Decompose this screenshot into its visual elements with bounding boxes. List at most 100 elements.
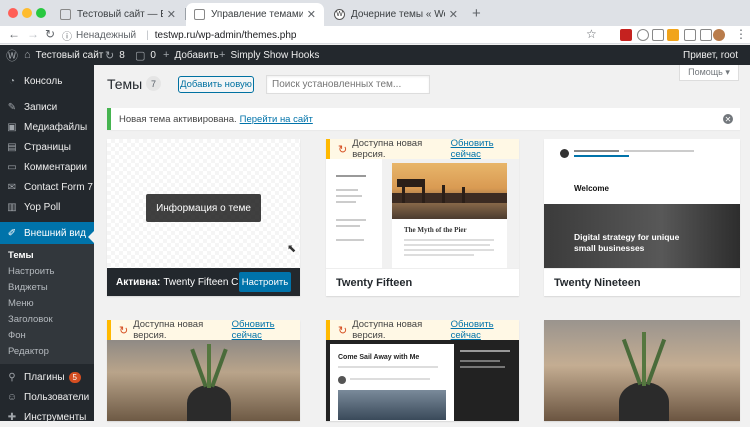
- site-name-link[interactable]: ⌂ Тестовый сайт: [24, 45, 103, 65]
- pier-photo: [392, 163, 507, 219]
- info-icon[interactable]: ⓘ: [62, 28, 72, 43]
- close-icon[interactable]: ✕: [307, 8, 316, 21]
- page-icon: [194, 9, 205, 20]
- wordpress-logo-icon[interactable]: Ⓦ: [6, 45, 18, 65]
- security-label: Ненадежный: [76, 29, 137, 41]
- update-icon: ↻: [338, 324, 348, 337]
- brush-icon: ✐: [7, 227, 17, 239]
- preview-heading: Come Sail Away with Me: [338, 354, 420, 361]
- screenshot-post: The Myth of the Pier: [392, 163, 507, 268]
- submenu-item-background[interactable]: Фон: [8, 327, 26, 343]
- theme-screenshot: [544, 320, 740, 421]
- update-now-link[interactable]: Обновить сейчас: [451, 320, 519, 341]
- comments-link[interactable]: ▢ 0: [135, 45, 156, 65]
- update-available-notice: ↻ Доступна новая версия. Обновить сейчас: [326, 139, 519, 160]
- update-text: Доступна новая версия.: [352, 320, 423, 341]
- home-icon: ⌂: [24, 49, 31, 61]
- theme-card-active[interactable]: Информация о теме ⬉ Активна: Twenty Fift…: [107, 139, 300, 296]
- theme-card-row2-1[interactable]: ↻ Доступна новая версия. Обновить сейчас: [107, 320, 300, 421]
- theme-activated-notice: Новая тема активирована. Перейти на сайт: [107, 108, 740, 130]
- menu-icon[interactable]: ⋮: [735, 27, 747, 41]
- submenu-item-widgets[interactable]: Виджеты: [8, 279, 48, 295]
- sidebar-item-appearance[interactable]: ✐ Внешний вид: [0, 222, 94, 244]
- screenshot-sidebar: [326, 159, 382, 268]
- submenu-item-editor[interactable]: Редактор: [8, 343, 49, 359]
- add-new-link[interactable]: + Добавить: [163, 45, 219, 65]
- dismiss-notice-icon[interactable]: ✕: [723, 114, 733, 124]
- close-window-button[interactable]: [8, 8, 18, 18]
- sidebar-item-label: Медиафайлы: [24, 121, 88, 133]
- active-label: Активна:: [116, 276, 161, 288]
- extension-icon[interactable]: [620, 29, 632, 41]
- update-now-link[interactable]: Обновить сейчас: [451, 139, 519, 160]
- plugins-update-badge: 5: [68, 371, 81, 383]
- site-name: Тестовый сайт: [35, 49, 104, 61]
- extension-icon[interactable]: [667, 29, 679, 41]
- forward-arrow-icon[interactable]: →: [27, 27, 39, 41]
- update-text: Доступна новая версия.: [352, 139, 423, 160]
- sidebar-item-label: Пользователи: [24, 391, 90, 403]
- sidebar-item-contact-form[interactable]: ✉ Contact Form 7: [0, 177, 94, 197]
- sidebar-item-media[interactable]: ▣ Медиафайлы: [0, 117, 94, 137]
- submenu-item-menus[interactable]: Меню: [8, 295, 34, 311]
- reload-icon[interactable]: ↻: [45, 27, 55, 41]
- browser-tab-1[interactable]: Тестовый сайт — Ещё один с ✕: [52, 3, 184, 26]
- submenu-item-header[interactable]: Заголовок: [8, 311, 53, 327]
- sidebar-item-label: Комментарии: [24, 161, 87, 173]
- extension-icon[interactable]: [652, 29, 664, 41]
- extension-icon[interactable]: [700, 29, 712, 41]
- close-icon[interactable]: ✕: [449, 8, 458, 21]
- add-new-theme-button[interactable]: Добавить новую: [178, 76, 254, 93]
- updates-link[interactable]: ↻ 8: [105, 45, 125, 65]
- current-menu-arrow: [88, 231, 94, 243]
- preview-tagline: Digital strategy for unique small busine…: [574, 232, 680, 253]
- avatar[interactable]: [713, 29, 725, 41]
- back-arrow-icon[interactable]: ←: [8, 27, 20, 41]
- sidebar-item-tools[interactable]: ✚ Инструменты: [0, 407, 94, 427]
- close-icon[interactable]: ✕: [167, 8, 176, 21]
- page-icon: ▤: [7, 141, 17, 153]
- sidebar-item-users[interactable]: ☺ Пользователи: [0, 387, 94, 407]
- theme-screenshot: [107, 340, 300, 421]
- new-tab-button[interactable]: +: [472, 5, 481, 22]
- browser-tab-3[interactable]: W Дочерние темы « WordPress ✕: [326, 3, 466, 26]
- maximize-window-button[interactable]: [36, 8, 46, 18]
- customize-button[interactable]: Настроить: [239, 272, 291, 292]
- theme-card-twenty-nineteen[interactable]: Welcome Digital strategy for unique smal…: [544, 139, 740, 296]
- help-tab-button[interactable]: Помощь ▾: [679, 65, 739, 81]
- sidebar-item-comments[interactable]: ▭ Комментарии: [0, 157, 94, 177]
- preview-heading: The Myth of the Pier: [404, 226, 467, 234]
- updates-count: 8: [119, 49, 125, 61]
- sidebar-item-dashboard[interactable]: ◔ Консоль: [0, 71, 94, 91]
- extension-icon[interactable]: [637, 29, 649, 41]
- submenu-item-customize[interactable]: Настроить: [8, 263, 54, 279]
- plugin-label: Simply Show Hooks: [230, 49, 320, 61]
- sidebar-item-label: Внешний вид: [24, 227, 86, 239]
- theme-card-twenty-fifteen[interactable]: ↻ Доступна новая версия. Обновить сейчас…: [326, 139, 519, 296]
- extension-icon[interactable]: [684, 29, 696, 41]
- search-themes-input[interactable]: [266, 75, 430, 94]
- update-now-link[interactable]: Обновить сейчас: [232, 320, 300, 341]
- address-bar[interactable]: ⓘ Ненадежный | testwp.ru/wp-admin/themes…: [62, 27, 608, 43]
- minimize-window-button[interactable]: [22, 8, 32, 18]
- theme-card-row2-2[interactable]: ↻ Доступна новая версия. Обновить сейчас…: [326, 320, 519, 421]
- visit-site-link[interactable]: Перейти на сайт: [240, 114, 313, 125]
- plus-icon: +: [163, 49, 170, 61]
- account-link[interactable]: Привет, root: [683, 45, 738, 65]
- sidebar-item-label: Страницы: [24, 141, 71, 153]
- wp-admin-bar: Ⓦ ⌂ Тестовый сайт ↻ 8 ▢ 0 + Добавить + S…: [0, 45, 750, 65]
- sidebar-item-yop-poll[interactable]: ▥ Yop Poll: [0, 197, 94, 217]
- theme-card-row2-3[interactable]: [544, 320, 740, 421]
- star-icon[interactable]: ☆: [586, 27, 597, 41]
- sidebar-item-posts[interactable]: ✎ Записи: [0, 97, 94, 117]
- browser-tab-2[interactable]: Управление темами ‹ Тестов ✕: [186, 3, 324, 26]
- tab-title: Управление темами ‹ Тестов: [211, 9, 303, 20]
- plugin-link[interactable]: + Simply Show Hooks: [219, 45, 319, 65]
- theme-details-button[interactable]: Информация о теме: [146, 194, 261, 222]
- sidebar-item-pages[interactable]: ▤ Страницы: [0, 137, 94, 157]
- tab-title: Дочерние темы « WordPress: [351, 9, 445, 20]
- add-new-label: Добавить: [174, 49, 219, 61]
- sidebar-item-plugins[interactable]: ⚲ Плагины 5: [0, 367, 94, 387]
- update-text: Доступна новая версия.: [133, 320, 204, 341]
- submenu-item-themes[interactable]: Темы: [8, 247, 34, 263]
